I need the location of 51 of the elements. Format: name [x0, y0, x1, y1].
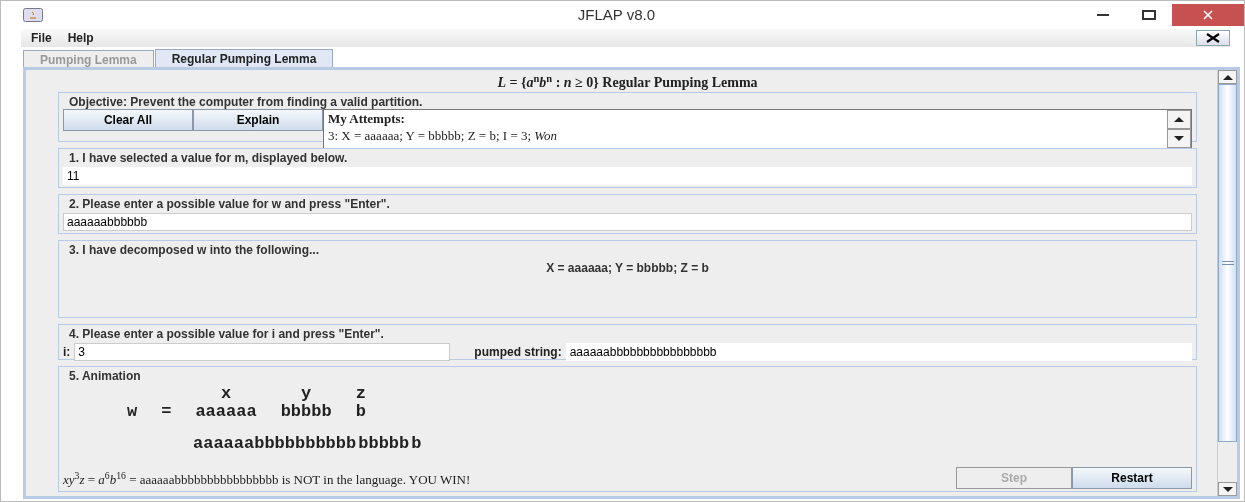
scrollbar[interactable]	[1217, 70, 1237, 496]
attempt-entry: 3: X = aaaaaa; Y = bbbbb; Z = b; I = 3; Won	[328, 127, 558, 144]
group-label: 3. I have decomposed w into the following...	[67, 243, 322, 257]
part-value: bbbbb	[280, 403, 332, 421]
up-arrow-icon	[1174, 117, 1184, 122]
group-label: 2. Please enter a possible value for w and press "Enter".	[67, 197, 392, 211]
pumped-string-field[interactable]: aaaaaabbbbbbbbbbbbbbbb	[565, 343, 1192, 361]
field-label: i:	[63, 344, 71, 361]
close-icon	[1203, 10, 1213, 20]
group-label: 4. Please enter a possible value for i and press "Enter".	[67, 327, 386, 341]
maximize-icon	[1142, 10, 1156, 20]
scroll-up-button[interactable]	[1167, 110, 1191, 129]
part-label: x	[220, 385, 232, 403]
i-input-field[interactable]: 3	[74, 343, 451, 361]
pumped-string-part: bbbbb	[358, 433, 410, 455]
equals-sign: =	[161, 403, 172, 421]
button[interactable]: Restart	[1072, 467, 1192, 489]
part-value: aaaaaa	[195, 403, 257, 421]
field-label: pumped string:	[474, 344, 562, 361]
attempts-title: My Attempts:	[328, 110, 406, 127]
decomposition-text: X = aaaaaa; Y = bbbbb; Z = b	[546, 261, 709, 275]
scroll-up-button[interactable]	[1218, 70, 1237, 84]
window-title: JFLAP v8.0	[576, 4, 657, 25]
scroll-thumb[interactable]	[1218, 84, 1237, 442]
heading: L = {a$^{n}$b$^{n}$ : n ≥ 0} Regular Pumping Lemma	[496, 72, 759, 92]
group-label: 1. I have selected a value for m, displayed below.	[67, 151, 350, 165]
pumped-string-part: b	[411, 433, 422, 455]
scroll-down-button[interactable]	[1167, 129, 1191, 148]
close-tab-button[interactable]	[1196, 30, 1230, 46]
m-value-field[interactable]: 11	[63, 167, 1192, 185]
close-icon	[1206, 33, 1220, 43]
app-icon	[23, 8, 43, 22]
part-label: z	[355, 385, 366, 403]
pumped-string-part: aaaaaabbbbbbbbbb	[193, 433, 357, 455]
down-arrow-icon	[1174, 136, 1184, 141]
down-arrow-icon	[1222, 486, 1233, 492]
minimize-icon	[1097, 14, 1109, 16]
button[interactable]: Explain	[193, 109, 323, 131]
group-label: Objective: Prevent the computer from finding a valid partition.	[67, 95, 425, 109]
result-text: xy$^{3}$z = a$^{6}$b$^{16}$ = aaaaaabbbbbbbbbbbbbbbb is NOT in the language. YOU WIN!	[63, 469, 471, 489]
scroll-down-button[interactable]	[1218, 482, 1237, 496]
button[interactable]: Clear All	[63, 109, 193, 131]
part-value: b	[355, 403, 366, 421]
menu-item[interactable]: File	[31, 29, 52, 47]
up-arrow-icon	[1222, 74, 1233, 80]
w-input-field[interactable]: aaaaaabbbbbb	[63, 213, 1192, 231]
group-label: 5. Animation	[67, 369, 143, 383]
part-label: y	[301, 385, 312, 403]
tab[interactable]: Regular Pumping Lemma	[154, 49, 334, 67]
menu-item[interactable]: Help	[67, 29, 94, 47]
w-label: w	[127, 403, 138, 421]
